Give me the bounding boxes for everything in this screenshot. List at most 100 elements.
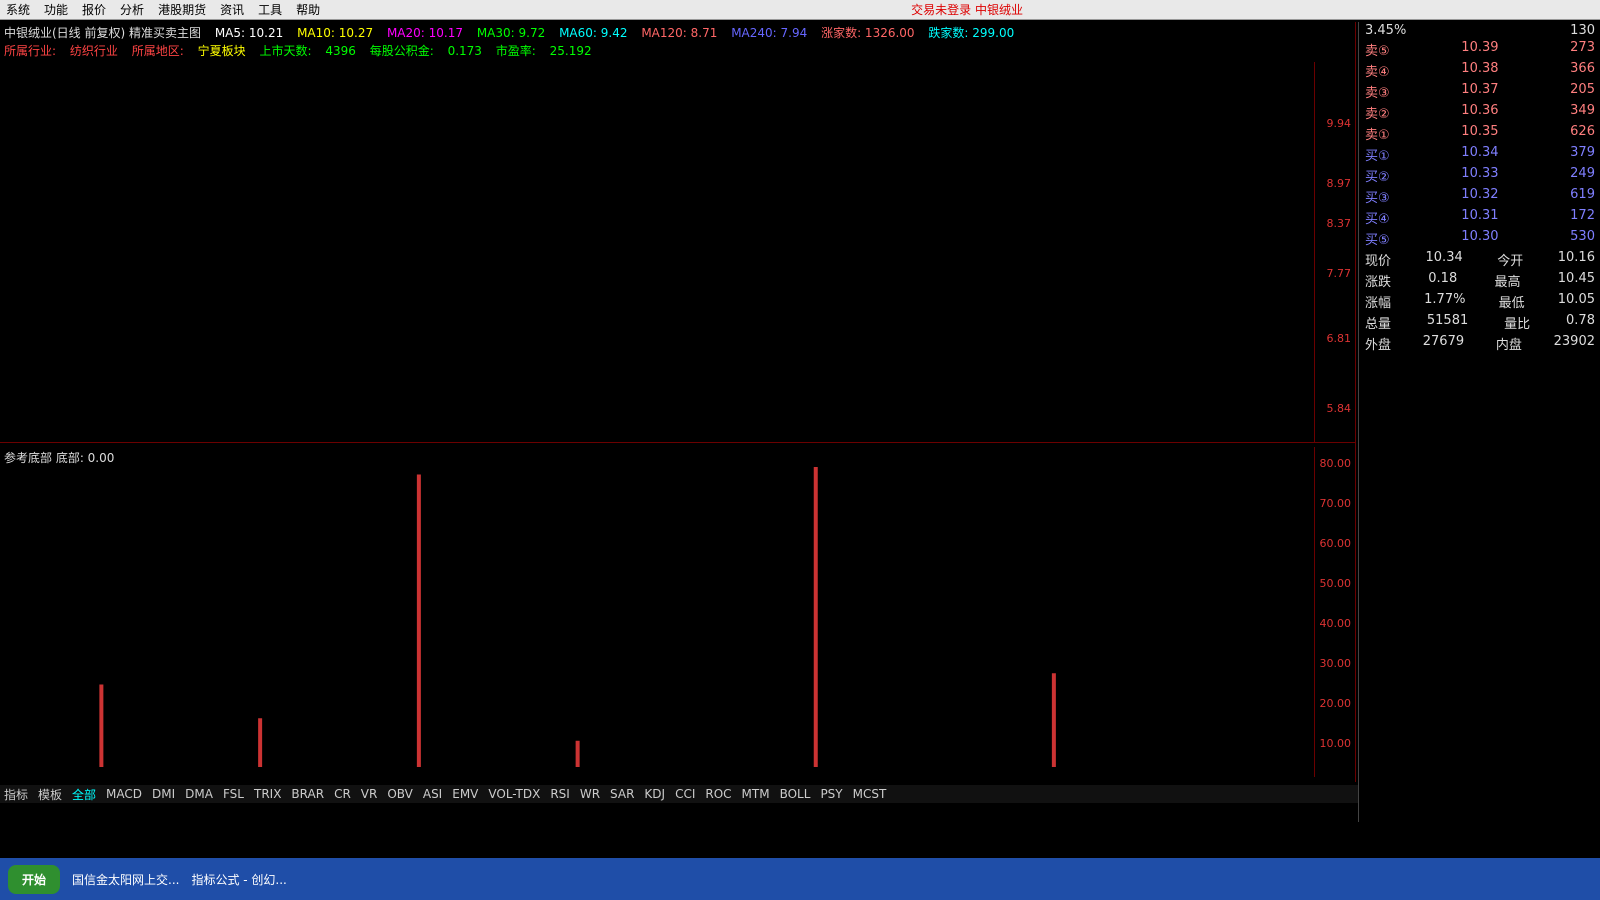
menu-hk-futures[interactable]: 港股期货: [158, 1, 206, 18]
sell-volume: 205: [1570, 82, 1595, 97]
sell-label: 卖①: [1365, 128, 1390, 143]
tab-boll[interactable]: BOLL: [780, 787, 811, 801]
buy-price: 10.32: [1461, 187, 1499, 202]
tab-mtm[interactable]: MTM: [742, 787, 770, 801]
sell-price: 10.39: [1461, 40, 1499, 55]
rise-count: 涨家数: 1326.00: [821, 26, 915, 40]
indicator-chart[interactable]: 参考底部 底部: 0.00 80.00 70.00 60.00 50.00 40…: [0, 447, 1355, 777]
taskbar-app-trading[interactable]: 国信金太阳网上交...: [72, 871, 179, 888]
indicator-bar: [813, 467, 818, 767]
pe: 25.192: [549, 44, 592, 58]
sell-level: 卖② 10.36 349: [1359, 102, 1600, 123]
menu-function[interactable]: 功能: [44, 1, 68, 18]
menu-quote[interactable]: 报价: [82, 1, 106, 18]
sell-level: 卖⑤ 10.39 273: [1359, 39, 1600, 60]
tab-all[interactable]: 全部: [72, 786, 96, 803]
buy-volume: 530: [1570, 229, 1595, 244]
tab-dmi[interactable]: DMI: [152, 787, 175, 801]
menu-info[interactable]: 资讯: [220, 1, 244, 18]
tab-wr[interactable]: WR: [580, 787, 600, 801]
stat-label: 量比: [1504, 317, 1531, 332]
taskbar-app-formula[interactable]: 指标公式 - 创幻...: [191, 871, 286, 888]
ma5: MA5: 10.21: [214, 26, 284, 40]
indicator-tick: 10.00: [1319, 737, 1352, 750]
buy-level: 买⑤ 10.30 530: [1359, 228, 1600, 249]
tab-macd[interactable]: MACD: [106, 787, 142, 801]
tab-template[interactable]: 模板: [38, 786, 62, 803]
npf: 0.173: [447, 44, 482, 58]
sell-book: 卖⑤ 10.39 273 卖④ 10.38 366 卖③ 10.37 205 卖② 10.36…: [1359, 39, 1600, 144]
ratio-diff: 130: [1570, 23, 1595, 38]
tab-vr[interactable]: VR: [361, 787, 378, 801]
menu-help[interactable]: 帮助: [296, 1, 320, 18]
buy-label: 买④: [1365, 212, 1390, 227]
tab-dma[interactable]: DMA: [185, 787, 213, 801]
price-axis: 9.94 8.97 8.37 7.77 6.81 5.84: [1314, 62, 1355, 442]
indicator-bar: [1051, 673, 1056, 767]
indicator-bar: [99, 684, 104, 767]
tab-vol-tdx[interactable]: VOL-TDX: [488, 787, 540, 801]
buy-label: 买⑤: [1365, 233, 1390, 248]
chart-pane: 中银绒业(日线 前复权) 精准买卖主图 MA5: 10.21 MA10: 10.…: [0, 22, 1356, 782]
buy-label: 买①: [1365, 149, 1390, 164]
menu-analysis[interactable]: 分析: [120, 1, 144, 18]
tab-asi[interactable]: ASI: [423, 787, 442, 801]
indicator-tick: 50.00: [1319, 577, 1352, 590]
sell-label: 卖②: [1365, 107, 1390, 122]
price-chart[interactable]: 9.94 8.97 8.37 7.77 6.81 5.84: [0, 62, 1355, 443]
ma10: MA10: 10.27: [297, 26, 374, 40]
tab-cci[interactable]: CCI: [675, 787, 695, 801]
buy-price: 10.30: [1461, 229, 1499, 244]
tab-mcst[interactable]: MCST: [853, 787, 887, 801]
stat-label: 总量: [1365, 317, 1392, 332]
start-button[interactable]: 开始: [8, 864, 61, 894]
days-label: 上市天数:: [259, 44, 312, 58]
stat-label: 最低: [1498, 296, 1525, 311]
tab-obv[interactable]: OBV: [387, 787, 413, 801]
ma240: MA240: 7.94: [731, 26, 808, 40]
stat-value: 10.05: [1557, 292, 1595, 307]
buy-price: 10.33: [1461, 166, 1499, 181]
sell-price: 10.37: [1461, 82, 1499, 97]
indicator-tick: 40.00: [1319, 617, 1352, 630]
sell-price: 10.38: [1461, 61, 1499, 76]
stock-info: 所属行业: 纺织行业 所属地区: 宁夏板块 上市天数: 4396 每股公积金: …: [4, 42, 602, 59]
sell-level: 卖① 10.35 626: [1359, 123, 1600, 144]
order-ratio: 3.45% 130: [1359, 22, 1600, 39]
sell-volume: 366: [1570, 61, 1595, 76]
indicator-bar: [575, 740, 580, 767]
sell-volume: 626: [1570, 124, 1595, 139]
region-label: 所属地区:: [131, 44, 184, 58]
tab-rsi[interactable]: RSI: [550, 787, 570, 801]
tab-indicator[interactable]: 指标: [4, 786, 28, 803]
menu-tools[interactable]: 工具: [258, 1, 282, 18]
buy-label: 买②: [1365, 170, 1390, 185]
indicator-axis: 80.00 70.00 60.00 50.00 40.00 30.00 20.0…: [1314, 447, 1355, 777]
tab-fsl[interactable]: FSL: [223, 787, 244, 801]
tab-brar[interactable]: BRAR: [291, 787, 324, 801]
tab-cr[interactable]: CR: [334, 787, 351, 801]
tab-emv[interactable]: EMV: [452, 787, 478, 801]
tab-trix[interactable]: TRIX: [254, 787, 281, 801]
menu-system[interactable]: 系统: [6, 1, 30, 18]
price-tick: 8.37: [1326, 217, 1352, 230]
tab-kdj[interactable]: KDJ: [644, 787, 665, 801]
stat-label: 今开: [1497, 254, 1524, 269]
pe-label: 市盈率:: [495, 44, 536, 58]
indicator-tick: 20.00: [1319, 697, 1352, 710]
buy-level: 买① 10.34 379: [1359, 144, 1600, 165]
npf-label: 每股公积金:: [369, 44, 434, 58]
ma60: MA60: 9.42: [559, 26, 628, 40]
indicator-tabs: 指标 模板 全部 MACD DMI DMA FSL TRIX BRAR CR V…: [0, 785, 1359, 803]
price-tick: 6.81: [1326, 332, 1352, 345]
stat-value: 51581: [1426, 313, 1469, 328]
stat-value: 10.45: [1557, 271, 1595, 286]
buy-level: 买② 10.33 249: [1359, 165, 1600, 186]
sell-price: 10.35: [1461, 124, 1499, 139]
tab-roc[interactable]: ROC: [705, 787, 731, 801]
tab-sar[interactable]: SAR: [610, 787, 634, 801]
stat-value: 1.77%: [1424, 292, 1466, 307]
quote-panel: 3.45% 130 卖⑤ 10.39 273 卖④ 10.38 366 卖③ 10.37 2…: [1358, 22, 1600, 822]
tab-psy[interactable]: PSY: [820, 787, 842, 801]
sell-label: 卖④: [1365, 65, 1390, 80]
